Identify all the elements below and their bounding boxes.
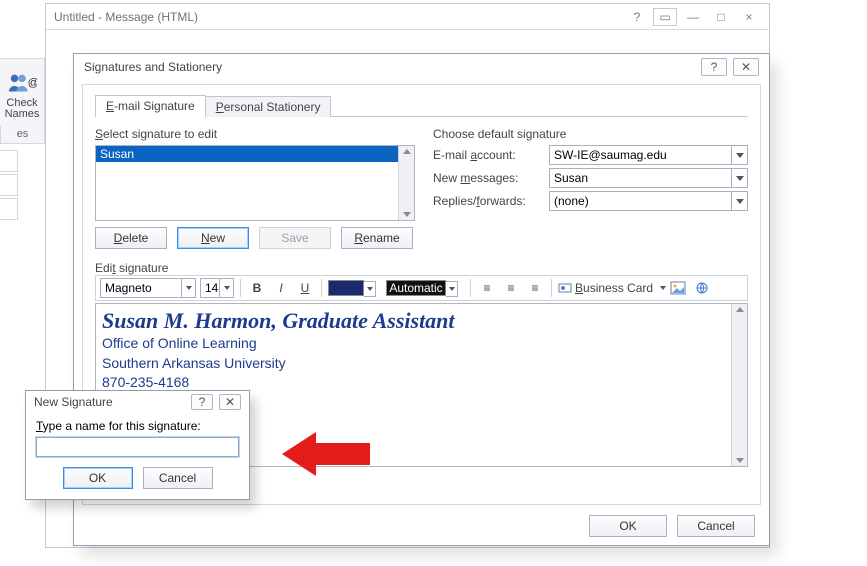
signature-list-item[interactable]: Susan xyxy=(96,146,414,162)
edit-signature-label: Edit signature xyxy=(95,261,748,275)
email-account-combo[interactable]: SW-IE@saumag.edu xyxy=(549,145,748,165)
tab-email-signature[interactable]: E-mail Signature xyxy=(95,95,206,117)
new-sig-cancel-button[interactable]: Cancel xyxy=(143,467,213,489)
new-messages-label: New messages: xyxy=(433,171,543,185)
link-icon xyxy=(694,281,710,295)
choose-default-label: Choose default signature xyxy=(433,127,748,141)
dialog-footer: OK Cancel xyxy=(589,515,755,537)
dialog-help-icon[interactable]: ? xyxy=(701,58,727,76)
close-icon[interactable]: × xyxy=(737,8,761,26)
new-button[interactable]: New xyxy=(177,227,249,249)
new-signature-dialog: New Signature ? ✕ Type a name for this s… xyxy=(25,390,250,500)
message-window-titlebar: Untitled - Message (HTML) ? ▭ — □ × xyxy=(46,4,769,30)
align-center-button[interactable]: ≡ xyxy=(501,278,521,298)
dialog-titlebar: Signatures and Stationery ? ✕ xyxy=(74,54,769,80)
ribbon-group-label: es xyxy=(0,126,45,144)
new-signature-title: New Signature xyxy=(34,395,113,409)
annotation-arrow xyxy=(282,426,372,482)
minimize-icon[interactable]: — xyxy=(681,8,705,26)
align-right-button[interactable]: ≡ xyxy=(525,278,545,298)
chevron-down-icon[interactable] xyxy=(219,279,233,297)
business-card-icon xyxy=(558,281,572,295)
replies-forwards-combo[interactable]: (none) xyxy=(549,191,748,211)
chevron-down-icon[interactable] xyxy=(731,146,747,164)
chevron-down-icon[interactable] xyxy=(660,278,666,298)
new-messages-combo[interactable]: Susan xyxy=(549,168,748,188)
new-sig-prompt: Type a name for this signature: xyxy=(36,419,239,433)
picture-icon xyxy=(670,281,686,295)
tab-personal-stationery[interactable]: Personal Stationery xyxy=(205,96,332,117)
signature-line-1: Susan M. Harmon, Graduate Assistant xyxy=(102,308,741,334)
font-combo[interactable]: Magneto xyxy=(100,278,196,298)
editor-scrollbar[interactable] xyxy=(731,304,747,466)
chevron-down-icon[interactable] xyxy=(731,169,747,187)
maximize-icon[interactable]: □ xyxy=(709,8,733,26)
left-edge-stubs xyxy=(0,150,18,222)
signature-line-3: Southern Arkansas University xyxy=(102,354,741,374)
delete-button[interactable]: Delete xyxy=(95,227,167,249)
font-color-picker[interactable] xyxy=(328,280,364,296)
new-sig-close-icon[interactable]: ✕ xyxy=(219,394,241,410)
align-left-button[interactable]: ≡ xyxy=(477,278,497,298)
save-button: Save xyxy=(259,227,331,249)
chevron-down-icon[interactable] xyxy=(446,281,458,297)
highlight-color-picker[interactable]: Automatic xyxy=(386,280,446,296)
ok-button[interactable]: OK xyxy=(589,515,667,537)
underline-button[interactable]: U xyxy=(295,278,315,298)
rename-button[interactable]: Rename xyxy=(341,227,413,249)
font-size-combo[interactable]: 14 xyxy=(200,278,234,298)
tab-strip: E-mail Signature Personal Stationery xyxy=(95,95,748,117)
dialog-close-icon[interactable]: ✕ xyxy=(733,58,759,76)
editor-toolbar: Magneto 14 B I U Automatic ≡ ≡ ≡ Busines… xyxy=(95,275,748,301)
insert-hyperlink-button[interactable] xyxy=(692,278,712,298)
listbox-scrollbar[interactable] xyxy=(398,146,414,220)
business-card-button[interactable]: Business Card xyxy=(558,278,664,298)
chevron-down-icon[interactable] xyxy=(364,281,376,297)
dialog-title: Signatures and Stationery xyxy=(84,60,222,74)
message-window-title: Untitled - Message (HTML) xyxy=(54,10,198,24)
bold-button[interactable]: B xyxy=(247,278,267,298)
chevron-down-icon[interactable] xyxy=(731,192,747,210)
signature-line-2: Office of Online Learning xyxy=(102,334,741,354)
cancel-button[interactable]: Cancel xyxy=(677,515,755,537)
replies-forwards-label: Replies/forwards: xyxy=(433,194,543,208)
new-sig-ok-button[interactable]: OK xyxy=(63,467,133,489)
select-signature-label: Select signature to edit xyxy=(95,127,415,141)
check-names-button[interactable]: @ Check Names xyxy=(2,61,42,121)
insert-picture-button[interactable] xyxy=(668,278,688,298)
help-icon[interactable]: ? xyxy=(625,8,649,26)
new-sig-help-icon[interactable]: ? xyxy=(191,394,213,410)
chevron-down-icon[interactable] xyxy=(181,279,195,297)
new-sig-name-input[interactable] xyxy=(36,437,239,457)
check-names-icon: @ xyxy=(7,70,37,98)
signature-listbox[interactable]: Susan xyxy=(95,145,415,221)
svg-text:@: @ xyxy=(28,77,37,89)
new-signature-titlebar: New Signature ? ✕ xyxy=(26,391,249,413)
email-account-label: E-mail account: xyxy=(433,148,543,162)
ribbon-toggle-icon[interactable]: ▭ xyxy=(653,8,677,26)
italic-button[interactable]: I xyxy=(271,278,291,298)
